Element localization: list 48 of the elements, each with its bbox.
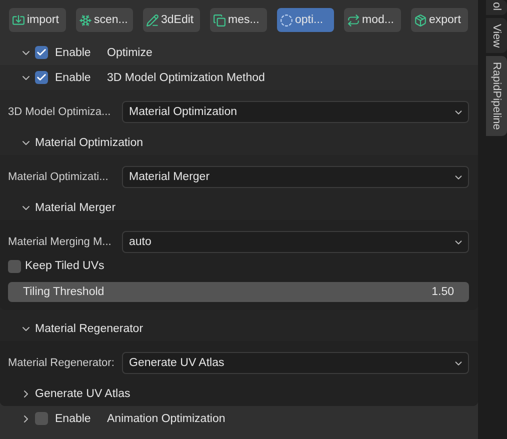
dropdown[interactable]: auto <box>122 231 469 253</box>
checkbox-label: Enable <box>55 46 92 58</box>
field-label: Material Merging M... <box>8 236 112 248</box>
panel-header[interactable]: Material Optimization <box>0 130 478 155</box>
side-tab[interactable]: View <box>486 18 507 54</box>
checkbox-label: Enable <box>55 412 92 424</box>
box-icon <box>414 14 427 26</box>
dropdown[interactable]: Material Optimization <box>122 101 469 123</box>
panel-header[interactable]: Enable 3D Model Optimization Method <box>0 65 478 90</box>
toolbar-button[interactable]: opti... <box>277 8 334 32</box>
pencil-icon <box>146 14 159 26</box>
panel-title: Material Regenerator <box>35 322 144 334</box>
toolbar-button[interactable]: import <box>9 8 66 32</box>
toolbar-button[interactable]: mes... <box>210 8 267 32</box>
dashed-circle-icon <box>280 14 293 26</box>
panel-header[interactable]: Enable Animation Optimization <box>0 406 478 431</box>
checkbox[interactable] <box>35 412 48 425</box>
checkbox[interactable] <box>8 260 21 272</box>
side-tab[interactable]: RapidPipeline <box>486 56 507 136</box>
checkbox[interactable] <box>35 71 48 84</box>
panel-header[interactable]: Material Merger <box>0 195 478 220</box>
panel-title: Material Merger <box>35 202 116 214</box>
dropdown[interactable]: Material Merger <box>122 166 469 188</box>
repeat-icon <box>347 14 360 26</box>
dropdown[interactable]: Generate UV Atlas <box>122 352 469 374</box>
panel-header[interactable]: Material Regenerator <box>0 316 478 341</box>
toolbar-button[interactable]: 3dEdit <box>143 8 200 32</box>
toolbar-button[interactable]: export <box>411 8 468 32</box>
panel-title: Material Optimization <box>35 136 144 148</box>
number-field[interactable]: Tiling Threshold 1.50 <box>8 282 469 302</box>
panel-title: Animation Optimization <box>107 412 226 424</box>
panel-title: 3D Model Optimization Method <box>107 72 265 84</box>
field-label: Material Optimizati... <box>8 171 110 183</box>
checkbox[interactable] <box>35 46 48 59</box>
panel-header[interactable]: Enable Optimize <box>0 40 478 65</box>
import-icon <box>12 14 25 26</box>
panel-title: Generate UV Atlas <box>35 388 130 400</box>
toolbar-button[interactable]: mod... <box>344 8 401 32</box>
copy-icon <box>213 14 226 26</box>
snowflake-icon <box>79 14 92 26</box>
checkbox-label: Keep Tiled UVs <box>25 260 104 272</box>
toolbar-button[interactable]: scen... <box>76 8 133 32</box>
side-tab[interactable]: ol <box>486 0 507 15</box>
panel-title: Optimize <box>107 46 152 58</box>
checkbox-label: Enable <box>55 72 92 84</box>
panel-header[interactable]: Generate UV Atlas <box>0 381 478 406</box>
field-label: 3D Model Optimiza... <box>8 106 112 118</box>
field-label: Material Regenerator: <box>8 357 116 369</box>
